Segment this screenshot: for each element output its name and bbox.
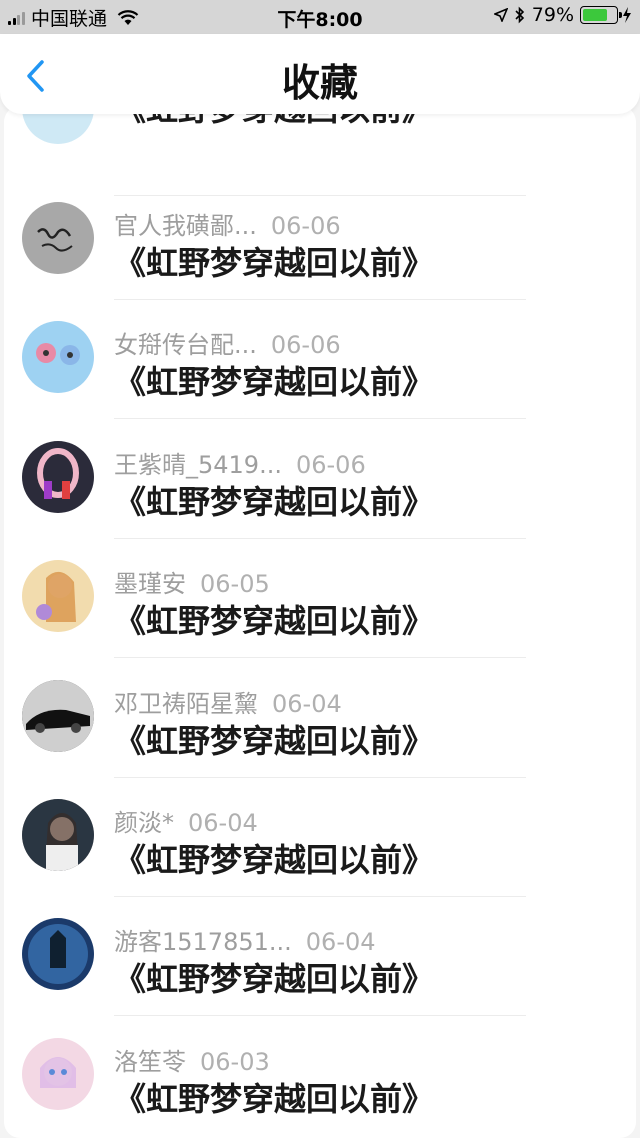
list-item[interactable]: 洛笙苓 06-03 《虹野梦穿越回以前》 [4,1016,636,1136]
status-bar: 中国联通 下午8:00 79% [0,0,640,34]
user-name: 王紫晴_5419... [114,451,282,479]
user-name: 颜淡* [114,809,174,837]
list-item[interactable]: 女搿传台配... 06-06 《虹野梦穿越回以前》 [4,299,636,419]
nav-header: 收藏 [0,34,640,114]
avatar [22,680,94,752]
bluetooth-icon [515,6,524,24]
battery-percent: 79% [531,4,574,26]
item-date: 06-06 [270,212,341,240]
list-item[interactable]: 墨瑾安 06-05 《虹野梦穿越回以前》 [4,538,636,658]
avatar [22,321,94,393]
item-text: 《虹野梦穿越回以前》 [114,602,435,640]
location-icon [493,8,508,22]
item-date: 06-03 [200,1048,270,1076]
user-name: 游客1517851... [114,928,292,956]
avatar [22,560,94,632]
item-date: 06-04 [188,809,258,837]
battery-icon [580,6,622,24]
list-item[interactable]: 颜淡* 06-04 《虹野梦穿越回以前》 [4,777,636,897]
item-text: 《虹野梦穿越回以前》 [114,1080,435,1118]
avatar [22,202,94,274]
item-date: 06-06 [295,451,366,479]
item-text: 《虹野梦穿越回以前》 [114,841,435,879]
item-text: 《虹野梦穿越回以前》 [114,722,435,760]
avatar [22,441,94,513]
user-name: 墨瑾安 [114,570,186,598]
user-name: 邓卫祷陌星黧 [114,690,258,718]
item-date: 06-04 [272,690,342,718]
avatar [22,799,94,871]
list-item[interactable]: 邓卫祷陌星黧 06-04 《虹野梦穿越回以前》 [4,658,636,778]
item-date: 06-05 [200,570,270,598]
page-title: 收藏 [281,61,358,105]
item-date: 06-06 [270,331,341,359]
user-name: 洛笙苓 [114,1048,186,1076]
list-item[interactable]: 官人我磺鄙... 06-06 《虹野梦穿越回以前》 [4,180,636,300]
item-text: 《虹野梦穿越回以前》 [114,960,435,998]
avatar [22,918,94,990]
user-name: 官人我磺鄙... [114,212,257,240]
charging-icon [623,7,631,23]
item-date: 06-04 [305,928,376,956]
item-text: 《虹野梦穿越回以前》 [114,483,435,521]
item-text: 《虹野梦穿越回以前》 [114,363,435,401]
avatar [22,1038,94,1110]
user-name: 女搿传台配... [114,331,257,359]
list-item[interactable]: 游客1517851... 06-04 《虹野梦穿越回以前》 [4,896,636,1016]
list-item[interactable]: 王紫晴_5419... 06-06 《虹野梦穿越回以前》 [4,419,636,539]
item-text: 《虹野梦穿越回以前》 [114,244,435,282]
favorites-list: 《虹野梦穿越回以前》 官人我磺鄙... 06-06 《虹野梦穿越回以前》 女搿传台… [4,106,636,1138]
